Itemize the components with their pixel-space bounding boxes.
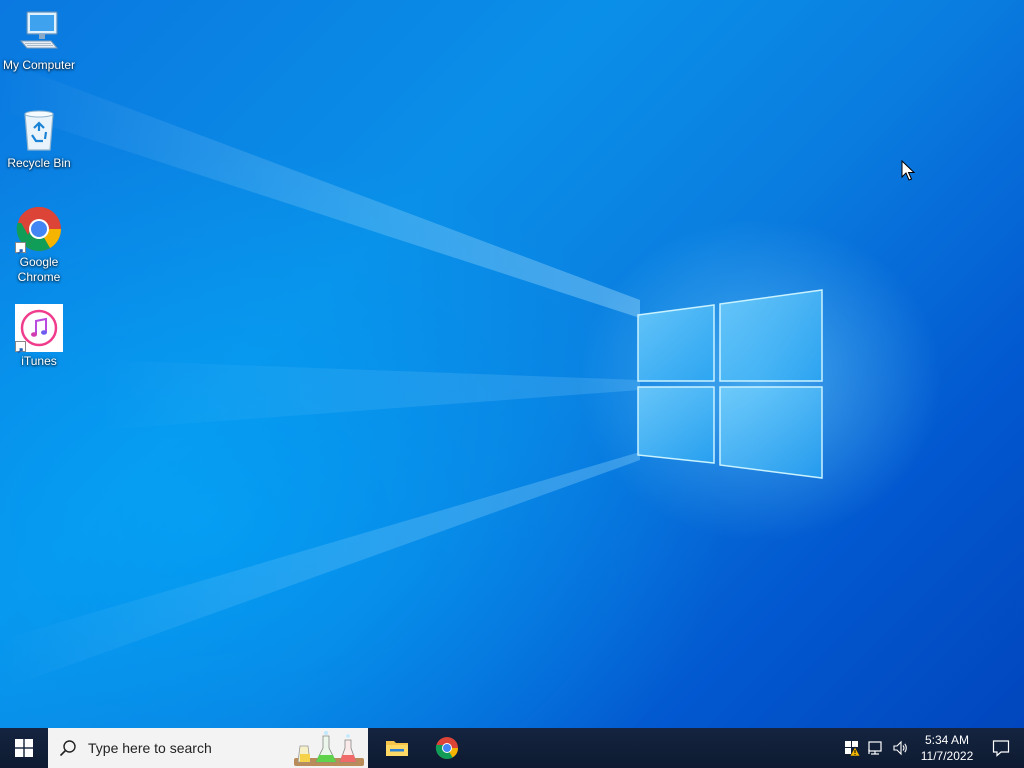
desktop-icon-label: Recycle Bin xyxy=(7,156,71,170)
taskbar-clock[interactable]: 5:34 AM 11/7/2022 xyxy=(916,732,978,764)
volume-icon xyxy=(893,740,907,756)
desktop-icon-label: My Computer xyxy=(2,58,76,72)
computer-icon xyxy=(15,8,63,56)
desktop-icon-label: iTunes xyxy=(21,354,57,368)
mouse-cursor-icon xyxy=(901,160,915,181)
tray-security-button[interactable] xyxy=(840,728,864,768)
desktop-icon-recycle-bin[interactable]: Recycle Bin xyxy=(0,106,78,171)
windows-logo xyxy=(637,289,823,479)
search-placeholder: Type here to search xyxy=(88,740,212,756)
wallpaper-light-beams xyxy=(0,60,640,690)
start-button[interactable] xyxy=(0,728,48,768)
shortcut-arrow-icon xyxy=(15,341,26,354)
network-icon xyxy=(868,741,882,755)
search-icon xyxy=(48,728,88,768)
folder-icon xyxy=(386,741,408,756)
desktop-icon-google-chrome[interactable]: Google Chrome xyxy=(0,205,78,285)
taskbar-file-explorer-button[interactable] xyxy=(372,728,422,768)
tray-network-button[interactable] xyxy=(864,728,888,768)
clock-date: 11/7/2022 xyxy=(920,749,974,763)
itunes-icon xyxy=(15,304,63,354)
taskbar: Type here to search 5:34 AM 11/7/2022 xyxy=(0,728,1024,768)
shortcut-arrow-icon xyxy=(15,242,26,255)
action-center-button[interactable] xyxy=(978,728,1024,768)
clock-time: 5:34 AM xyxy=(924,733,970,747)
chrome-icon xyxy=(15,205,63,255)
taskbar-chrome-button[interactable] xyxy=(422,728,472,768)
desktop-icon-itunes[interactable]: iTunes xyxy=(0,304,78,369)
chrome-icon xyxy=(435,737,458,759)
windows-start-icon xyxy=(15,739,33,757)
tray-volume-button[interactable] xyxy=(888,728,912,768)
security-alert-icon xyxy=(845,741,860,756)
system-tray: 5:34 AM 11/7/2022 xyxy=(840,728,1024,768)
notification-icon xyxy=(992,740,1010,757)
search-highlight-science-icon xyxy=(290,728,368,768)
desktop-icon-label: Google Chrome xyxy=(17,255,61,284)
desktop-icon-my-computer[interactable]: My Computer xyxy=(0,8,78,73)
recycle-bin-icon xyxy=(15,106,63,154)
desktop[interactable]: My Computer Recycle Bin Google Chrome iT… xyxy=(0,0,1024,728)
taskbar-search-box[interactable]: Type here to search xyxy=(48,728,368,768)
